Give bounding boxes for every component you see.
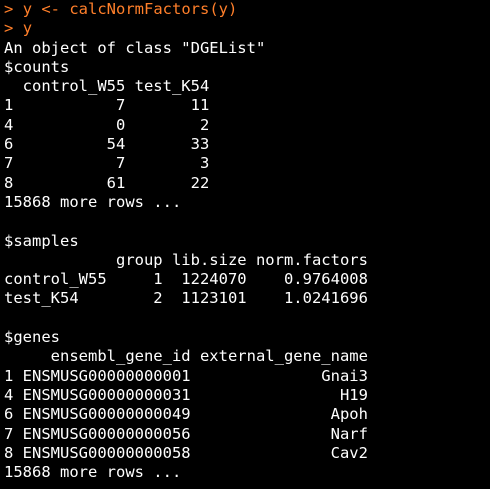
prompt-symbol: > — [4, 19, 14, 38]
command-line: > y <- calcNormFactors(y) — [4, 0, 490, 19]
output-line: 6 54 33 — [4, 135, 490, 154]
command-line: > y — [4, 19, 490, 38]
output-line: 15868 more rows ... — [4, 193, 490, 212]
r-console-output: > y <- calcNormFactors(y) > y An object of… — [4, 0, 490, 489]
output-line: ensembl_gene_id external_gene_name — [4, 347, 490, 366]
output-line: An object of class "DGEList" — [4, 39, 490, 58]
output-text: 6 ENSMUSG00000000049 Apoh — [4, 405, 368, 424]
output-line: $counts — [4, 58, 490, 77]
output-text: 8 ENSMUSG00000000058 Cav2 — [4, 443, 368, 462]
output-line: $samples — [4, 232, 490, 251]
output-text: 4 0 2 — [4, 115, 210, 134]
output-line: test_K54 2 1123101 1.0241696 — [4, 289, 490, 308]
output-text: control_W55 1 1224070 0.9764008 — [4, 270, 368, 289]
output-text: 7 7 3 — [4, 154, 210, 173]
output-line: 4 0 2 — [4, 116, 490, 135]
output-text: group lib.size norm.factors — [4, 250, 368, 269]
output-text: $samples — [4, 231, 79, 250]
output-text: 8 61 22 — [4, 173, 210, 192]
output-text: 7 ENSMUSG00000000056 Narf — [4, 424, 368, 443]
output-text: 1 ENSMUSG00000000001 Gnai3 — [4, 366, 368, 385]
output-line: control_W55 1 1224070 0.9764008 — [4, 270, 490, 289]
output-line: 8 ENSMUSG00000000058 Cav2 — [4, 444, 490, 463]
output-line: control_W55 test_K54 — [4, 77, 490, 96]
output-line: 6 ENSMUSG00000000049 Apoh — [4, 405, 490, 424]
output-text: $genes — [4, 328, 60, 347]
output-line: 1 ENSMUSG00000000001 Gnai3 — [4, 367, 490, 386]
command-text: y — [22, 19, 33, 38]
output-line: $genes — [4, 328, 490, 347]
output-line: 4 ENSMUSG00000000031 H19 — [4, 386, 490, 405]
output-text: 6 54 33 — [4, 135, 210, 154]
output-text: test_K54 2 1123101 1.0241696 — [4, 289, 368, 308]
output-text: An object of class "DGEList" — [4, 38, 266, 57]
output-text: ensembl_gene_id external_gene_name — [4, 347, 368, 366]
output-line: group lib.size norm.factors — [4, 251, 490, 270]
output-line: 7 ENSMUSG00000000056 Narf — [4, 425, 490, 444]
output-line: 15868 more rows ... — [4, 463, 490, 482]
output-line: 7 7 3 — [4, 154, 490, 173]
output-line: 8 61 22 — [4, 174, 490, 193]
output-text: 4 ENSMUSG00000000031 H19 — [4, 385, 368, 404]
prompt-symbol: > — [4, 0, 14, 18]
output-text: 15868 more rows ... — [4, 463, 182, 482]
output-text: control_W55 test_K54 — [4, 77, 210, 96]
output-line: 1 7 11 — [4, 96, 490, 115]
output-text: $counts — [4, 57, 70, 76]
command-text: y <- calcNormFactors(y) — [22, 0, 238, 18]
output-text: 15868 more rows ... — [4, 192, 182, 211]
output-text: 1 7 11 — [4, 96, 210, 115]
